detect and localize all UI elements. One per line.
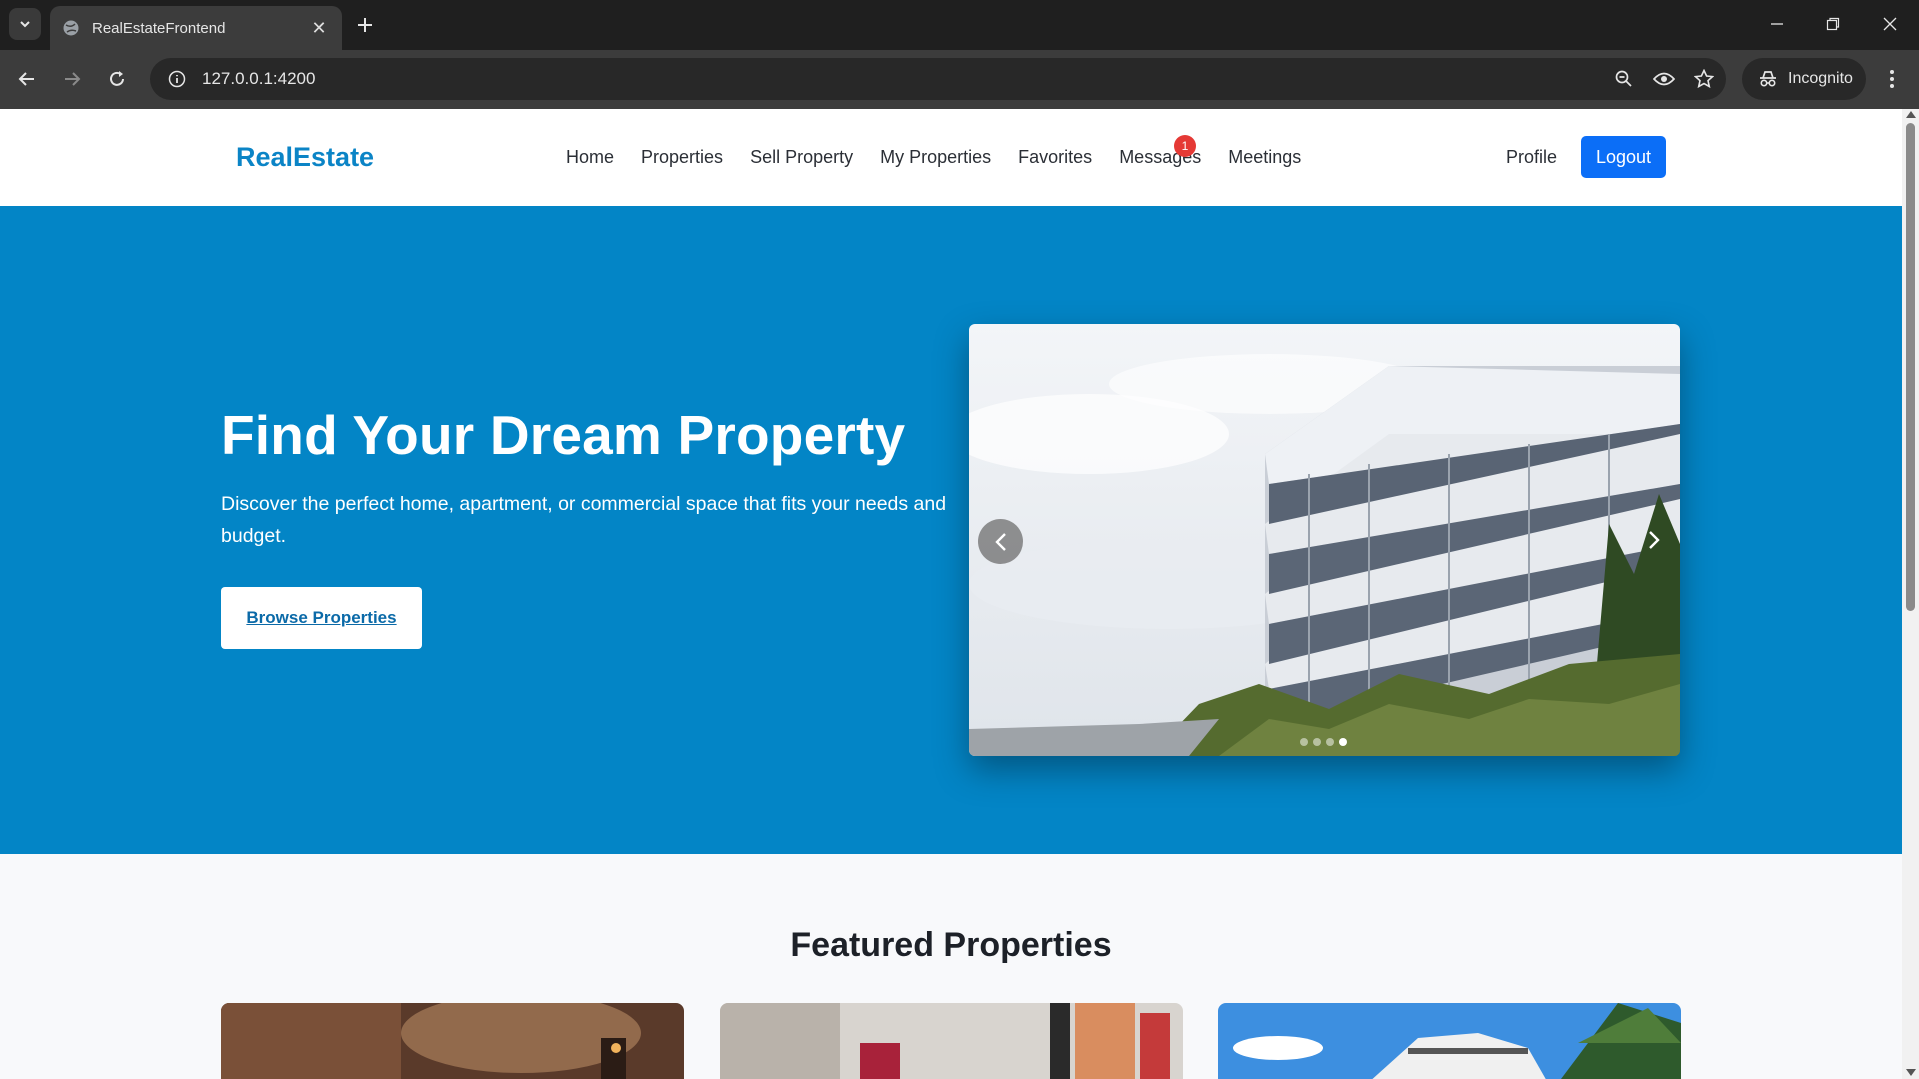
minimize-button[interactable] (1757, 8, 1797, 40)
messages-badge: 1 (1174, 135, 1196, 157)
scroll-down-icon[interactable] (1906, 1069, 1916, 1076)
property-card[interactable] (221, 1003, 684, 1079)
restore-button[interactable] (1813, 8, 1853, 40)
main-nav: Home Properties Sell Property My Propert… (566, 147, 1328, 168)
hero-section: Find Your Dream Property Discover the pe… (0, 206, 1902, 854)
logout-button[interactable]: Logout (1581, 136, 1666, 178)
featured-title: Featured Properties (790, 926, 1112, 964)
carousel-dot[interactable] (1313, 738, 1321, 746)
reload-icon (110, 71, 124, 86)
close-window-button[interactable] (1870, 8, 1910, 40)
star-icon[interactable] (1686, 61, 1722, 97)
url-text[interactable]: 127.0.0.1:4200 (202, 69, 1606, 89)
globe-icon (63, 20, 79, 36)
property-card[interactable] (1218, 1003, 1681, 1079)
address-bar[interactable]: 127.0.0.1:4200 (150, 58, 1726, 100)
chevron-down-icon (20, 21, 30, 28)
zoom-icon[interactable] (1606, 61, 1642, 97)
minimize-icon (1771, 23, 1783, 25)
page-scrollbar[interactable] (1902, 109, 1919, 1079)
restore-icon (1826, 17, 1840, 31)
carousel-dot[interactable] (1326, 738, 1334, 746)
incognito-label: Incognito (1788, 70, 1853, 87)
building-photo (969, 324, 1680, 756)
carousel-dot-active[interactable] (1339, 738, 1347, 746)
close-tab-icon[interactable]: ✕ (308, 17, 330, 39)
browser-tab[interactable]: RealEstateFrontend ✕ (50, 6, 342, 50)
eye-icon[interactable] (1646, 61, 1682, 97)
site-info-icon[interactable] (166, 68, 188, 90)
browser-toolbar: 127.0.0.1:4200 Incognito (0, 50, 1919, 109)
page-viewport: RealEstate Home Properties Sell Property… (0, 109, 1919, 1079)
scroll-thumb[interactable] (1906, 123, 1915, 611)
nav-meetings[interactable]: Meetings (1228, 147, 1301, 168)
browse-properties-button[interactable]: Browse Properties (221, 587, 422, 649)
carousel-next-button[interactable] (1634, 520, 1674, 560)
hero-carousel[interactable] (969, 324, 1680, 756)
property-photo (720, 1003, 1183, 1079)
nav-home[interactable]: Home (566, 147, 614, 168)
scroll-up-icon[interactable] (1906, 111, 1916, 118)
nav-properties[interactable]: Properties (641, 147, 723, 168)
hero-subtitle: Discover the perfect home, apartment, or… (221, 493, 947, 547)
reload-button[interactable] (100, 62, 134, 96)
arrow-left-icon (18, 72, 34, 86)
site-header: RealEstate Home Properties Sell Property… (0, 109, 1902, 207)
close-icon (1883, 17, 1897, 31)
forward-button[interactable] (55, 62, 89, 96)
property-card[interactable] (720, 1003, 1183, 1079)
browser-tab-strip: RealEstateFrontend ✕ (0, 0, 1919, 50)
chevron-right-icon (1649, 531, 1660, 549)
plus-icon (358, 18, 372, 32)
property-photo (1218, 1003, 1681, 1079)
carousel-dot[interactable] (1300, 738, 1308, 746)
nav-sell-property[interactable]: Sell Property (750, 147, 853, 168)
tab-search-button[interactable] (9, 8, 41, 40)
arrow-right-icon (65, 72, 81, 86)
property-photo (221, 1003, 684, 1079)
back-button[interactable] (10, 62, 44, 96)
tab-title: RealEstateFrontend (92, 19, 226, 37)
more-vertical-icon (1890, 70, 1894, 88)
carousel-prev-button[interactable] (978, 519, 1023, 564)
hero-title: Find Your Dream Property (221, 404, 906, 466)
profile-link[interactable]: Profile (1506, 147, 1557, 168)
incognito-indicator[interactable]: Incognito (1742, 58, 1866, 100)
new-tab-button[interactable] (352, 12, 378, 38)
incognito-icon (1760, 71, 1776, 87)
nav-favorites[interactable]: Favorites (1018, 147, 1092, 168)
brand-logo[interactable]: RealEstate (236, 142, 374, 173)
carousel-indicators (1300, 738, 1347, 746)
chevron-left-icon (994, 532, 1006, 551)
browser-menu-button[interactable] (1876, 63, 1908, 95)
nav-my-properties[interactable]: My Properties (880, 147, 991, 168)
